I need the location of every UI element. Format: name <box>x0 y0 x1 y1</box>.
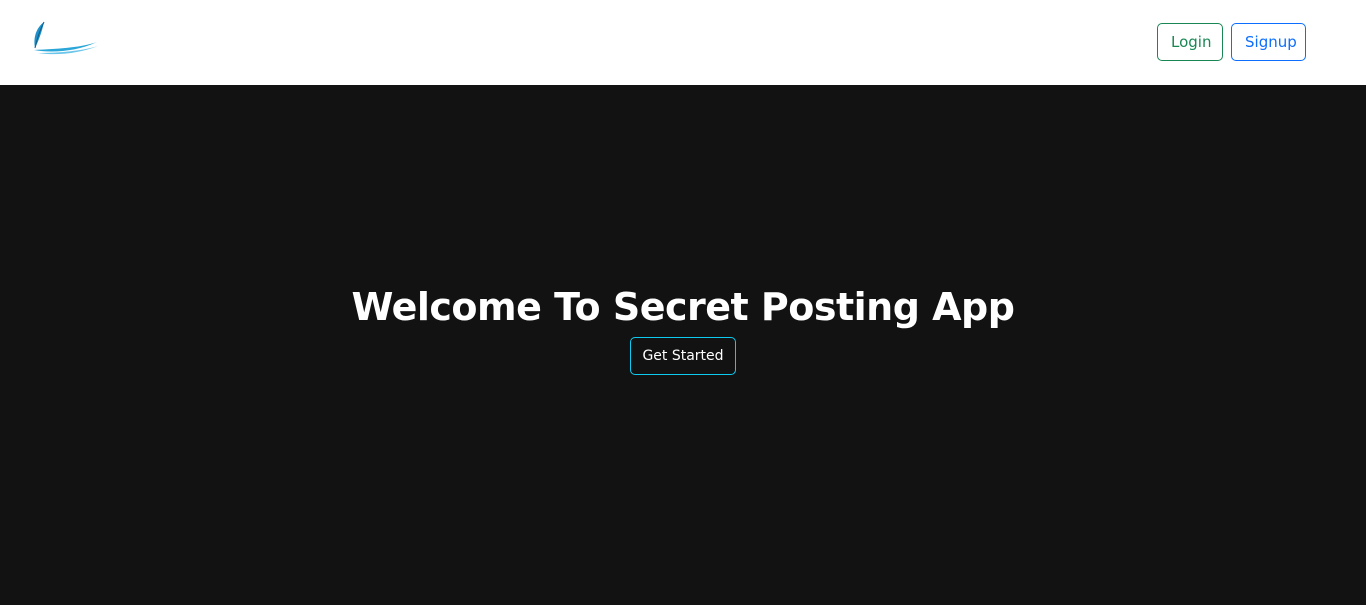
hero-section: Welcome To Secret Posting App Get Starte… <box>0 85 1366 605</box>
logo-link[interactable] <box>28 20 102 58</box>
signup-button[interactable]: Signup <box>1231 23 1306 61</box>
quill-feather-icon <box>34 21 98 55</box>
hero-title: Welcome To Secret Posting App <box>351 285 1015 329</box>
nav-buttons: Login Signup <box>1157 23 1306 61</box>
login-button[interactable]: Login <box>1157 23 1223 61</box>
navbar: Login Signup <box>0 0 1366 85</box>
get-started-button[interactable]: Get Started <box>630 337 736 375</box>
